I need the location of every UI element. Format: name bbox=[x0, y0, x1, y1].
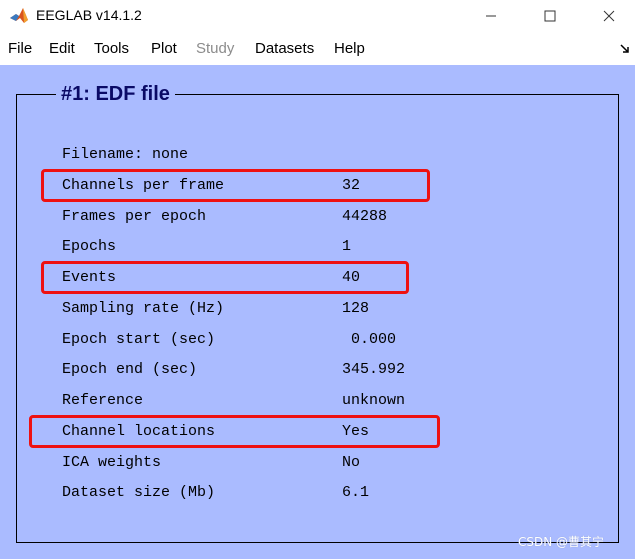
info-value: 128 bbox=[342, 299, 370, 317]
info-value: 32 bbox=[342, 176, 361, 194]
info-label: ICA weights bbox=[62, 453, 162, 471]
info-value: 0.000 bbox=[342, 330, 397, 348]
menu-file[interactable]: File bbox=[8, 40, 32, 57]
info-label: Channels per frame bbox=[62, 176, 225, 194]
info-row: ICA weights No bbox=[0, 452, 635, 474]
menu-study[interactable]: Study bbox=[196, 40, 234, 57]
info-label: Epochs bbox=[62, 238, 117, 256]
info-value: No bbox=[342, 453, 361, 471]
info-value: 1 bbox=[342, 238, 352, 256]
panel-title: #1: EDF file bbox=[56, 81, 175, 107]
info-row: Epoch end (sec) 345.992 bbox=[0, 359, 635, 381]
menu-help[interactable]: Help bbox=[334, 40, 365, 57]
info-label: Events bbox=[62, 269, 117, 286]
info-row: Epoch start (sec) 0.000 bbox=[0, 329, 635, 351]
info-row: Reference unknown bbox=[0, 390, 635, 412]
watermark-text: CSDN @曹其宁 bbox=[518, 535, 605, 549]
menu-tools[interactable]: Tools bbox=[94, 40, 129, 57]
close-icon bbox=[603, 10, 615, 22]
dataset-info-panel: #1: EDF file Filename: none Channels per … bbox=[0, 65, 635, 559]
info-row: Frames per epoch 44288 bbox=[0, 206, 635, 228]
matlab-logo-icon bbox=[9, 6, 29, 26]
info-value: 44288 bbox=[342, 207, 388, 225]
info-label: Epoch start (sec) bbox=[62, 330, 216, 348]
dock-arrow-icon[interactable] bbox=[620, 44, 630, 54]
eeglab-window: EEGLAB v14.1.2 File Edit Tools Plot Stud… bbox=[0, 0, 635, 559]
info-row: Dataset size (Mb) 6.1 bbox=[0, 482, 635, 504]
close-button[interactable] bbox=[586, 0, 632, 32]
info-value: unknown bbox=[342, 392, 406, 409]
minimize-icon bbox=[486, 15, 496, 17]
maximize-icon bbox=[544, 10, 556, 22]
maximize-button[interactable] bbox=[527, 0, 573, 32]
info-value: 345.992 bbox=[342, 361, 406, 379]
info-row: Sampling rate (Hz) 128 bbox=[0, 298, 635, 320]
info-label: Reference bbox=[62, 392, 144, 409]
minimize-button[interactable] bbox=[468, 0, 514, 32]
info-value: 40 bbox=[342, 269, 361, 286]
info-value: 6.1 bbox=[342, 484, 370, 502]
menu-edit[interactable]: Edit bbox=[49, 40, 75, 57]
info-label: Filename: none bbox=[62, 146, 189, 163]
menu-plot[interactable]: Plot bbox=[151, 40, 177, 57]
info-label: Channel locations bbox=[62, 422, 216, 440]
info-label: Dataset size (Mb) bbox=[62, 484, 216, 502]
menu-bar: File Edit Tools Plot Study Datasets Help bbox=[0, 33, 635, 64]
info-label: Frames per epoch bbox=[62, 207, 207, 225]
info-row: Epochs 1 bbox=[0, 236, 635, 258]
menu-datasets[interactable]: Datasets bbox=[255, 40, 314, 57]
info-row: Filename: none bbox=[0, 144, 635, 166]
info-value: Yes bbox=[342, 422, 370, 440]
info-row: Channel locations Yes bbox=[0, 421, 635, 443]
info-row: Channels per frame 32 bbox=[0, 175, 635, 197]
info-label: Sampling rate (Hz) bbox=[62, 299, 225, 317]
info-label: Epoch end (sec) bbox=[62, 361, 198, 379]
window-title: EEGLAB v14.1.2 bbox=[36, 7, 142, 23]
title-bar[interactable]: EEGLAB v14.1.2 bbox=[0, 0, 635, 33]
info-row: Events 40 bbox=[0, 267, 635, 289]
